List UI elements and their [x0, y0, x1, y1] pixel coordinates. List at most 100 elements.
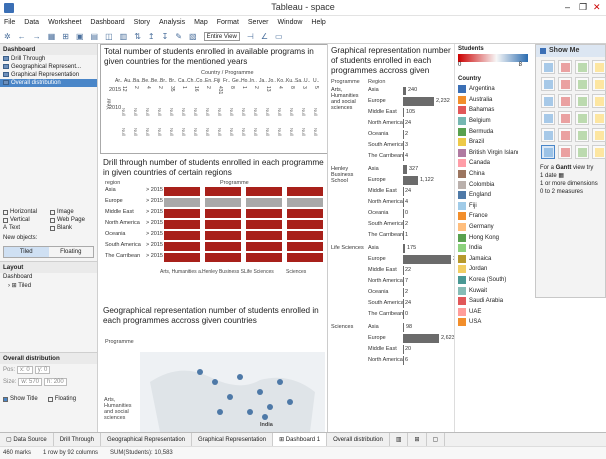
chart-type-option[interactable] [541, 128, 555, 142]
value-bar[interactable] [403, 165, 407, 174]
chart-type-option[interactable] [541, 60, 555, 74]
pin-icon[interactable]: ▭ [275, 32, 283, 41]
chart-type-option[interactable] [541, 77, 555, 91]
country-legend-item[interactable]: Bahamas [458, 105, 518, 116]
programme-bar[interactable] [205, 198, 241, 207]
value-bar[interactable] [403, 87, 406, 95]
map-point[interactable] [287, 399, 293, 405]
chart-type-option[interactable] [575, 60, 589, 74]
show-me-header[interactable]: Show Me [536, 45, 605, 57]
chart-type-option[interactable] [558, 128, 572, 142]
chart-type-option[interactable] [575, 94, 589, 108]
map-point[interactable] [197, 369, 203, 375]
value-bar[interactable] [403, 255, 451, 264]
value-bar[interactable] [403, 310, 404, 319]
menu-map[interactable]: Map [194, 19, 208, 26]
programme-bar[interactable] [287, 242, 323, 251]
country-legend-item[interactable]: Fiji [458, 201, 518, 212]
map-point[interactable] [257, 389, 263, 395]
programme-bar[interactable] [164, 242, 200, 251]
value-bar[interactable] [403, 266, 404, 275]
sheet-item-graphical[interactable]: Graphical Representation [0, 71, 97, 79]
year-label[interactable]: > 2015 [146, 220, 163, 226]
year-label[interactable]: > 2015 [146, 198, 163, 204]
object-blank[interactable]: Blank [50, 225, 94, 231]
object-horizontal[interactable]: Horizontal [3, 209, 47, 215]
programme-bar[interactable] [246, 242, 282, 251]
year-label[interactable]: > 2015 [146, 187, 163, 193]
size-w-field[interactable]: w: 570 [18, 378, 43, 386]
programme-bar[interactable] [246, 187, 282, 196]
back-icon[interactable]: ← [18, 32, 26, 41]
country-legend-item[interactable]: India [458, 243, 518, 254]
highlight-icon[interactable]: ✎ [175, 32, 182, 41]
chart-type-option[interactable] [575, 77, 589, 91]
tiled-button[interactable]: Tiled [4, 247, 49, 257]
chart-type-option[interactable] [541, 145, 555, 159]
tab-overall[interactable]: Overall distribution [327, 432, 390, 447]
programme-bar[interactable] [205, 253, 241, 262]
programme-bar[interactable] [164, 231, 200, 240]
programme-bar[interactable] [287, 198, 323, 207]
menu-help[interactable]: Help [311, 19, 325, 26]
swap-icon[interactable]: ⇅ [134, 32, 141, 41]
chart-type-option[interactable] [575, 111, 589, 125]
map-point[interactable] [247, 409, 253, 415]
value-bar[interactable] [403, 119, 404, 128]
duplicate-icon[interactable]: ◫ [105, 32, 113, 41]
country-legend-item[interactable]: Hong Kong [458, 232, 518, 243]
country-legend-item[interactable]: Germany [458, 222, 518, 233]
programme-bar[interactable] [205, 231, 241, 240]
country-legend-item[interactable]: England [458, 190, 518, 201]
country-legend-item[interactable]: Argentina [458, 84, 518, 95]
object-image[interactable]: Image [50, 209, 94, 215]
sheet-geographical[interactable]: Geographical representation number of st… [100, 304, 328, 432]
chart-type-option[interactable] [592, 128, 606, 142]
country-legend-item[interactable]: British Virgin Islands [458, 148, 518, 159]
value-bar[interactable] [403, 334, 439, 343]
sheet-item-drill-through[interactable]: Drill Through [0, 55, 97, 63]
pos-x-field[interactable]: x: 0 [17, 366, 33, 374]
menu-worksheet[interactable]: Worksheet [48, 19, 81, 26]
menu-data[interactable]: Data [24, 19, 39, 26]
chart-type-option[interactable] [575, 145, 589, 159]
floating-checkbox[interactable] [47, 396, 53, 402]
country-legend-item[interactable]: Jamaica [458, 254, 518, 265]
programme-bar[interactable] [164, 198, 200, 207]
country-legend-item[interactable]: Saudi Arabia [458, 296, 518, 307]
programme-bar[interactable] [246, 209, 282, 218]
sheet-graphical[interactable]: Graphical representation number of stude… [327, 44, 455, 432]
menu-server[interactable]: Server [248, 19, 269, 26]
programme-bar[interactable] [287, 231, 323, 240]
pos-y-field[interactable]: y: 0 [34, 366, 51, 374]
country-legend-item[interactable]: Belgium [458, 116, 518, 127]
sheet-total-students[interactable]: Total number of students enrolled in ava… [100, 44, 328, 154]
menu-window[interactable]: Window [278, 19, 303, 26]
chart-type-option[interactable] [558, 77, 572, 91]
new-sheet-icon[interactable]: ▤ [91, 32, 99, 41]
programme-bar[interactable] [246, 231, 282, 240]
menu-story[interactable]: Story [134, 19, 150, 26]
year-label[interactable]: > 2015 [146, 231, 163, 237]
minimize-button[interactable]: – [565, 2, 570, 12]
chart-type-option[interactable] [592, 77, 606, 91]
sort-desc-icon[interactable]: ↧ [162, 32, 169, 41]
value-bar[interactable] [403, 187, 404, 196]
country-legend-item[interactable]: UAE [458, 306, 518, 317]
chart-type-option[interactable] [541, 111, 555, 125]
country-legend-item[interactable]: Jordan [458, 264, 518, 275]
programme-bar[interactable] [287, 253, 323, 262]
map-point[interactable] [217, 409, 223, 415]
country-legend-item[interactable]: France [458, 211, 518, 222]
menu-file[interactable]: File [4, 19, 15, 26]
programme-bar[interactable] [287, 187, 323, 196]
value-bar[interactable] [403, 108, 404, 117]
tab-graphical[interactable]: Graphical Representation [192, 432, 274, 447]
country-legend-item[interactable]: Kuwait [458, 285, 518, 296]
layout-dashboard[interactable]: Dashboard [0, 273, 97, 281]
floating-button[interactable]: Floating [49, 247, 94, 257]
maximize-button[interactable]: ❐ [579, 2, 587, 13]
layout-tiled[interactable]: › ⊞ Tiled [0, 281, 97, 290]
programme-bar[interactable] [205, 242, 241, 251]
show-title-checkbox[interactable] [3, 396, 8, 402]
